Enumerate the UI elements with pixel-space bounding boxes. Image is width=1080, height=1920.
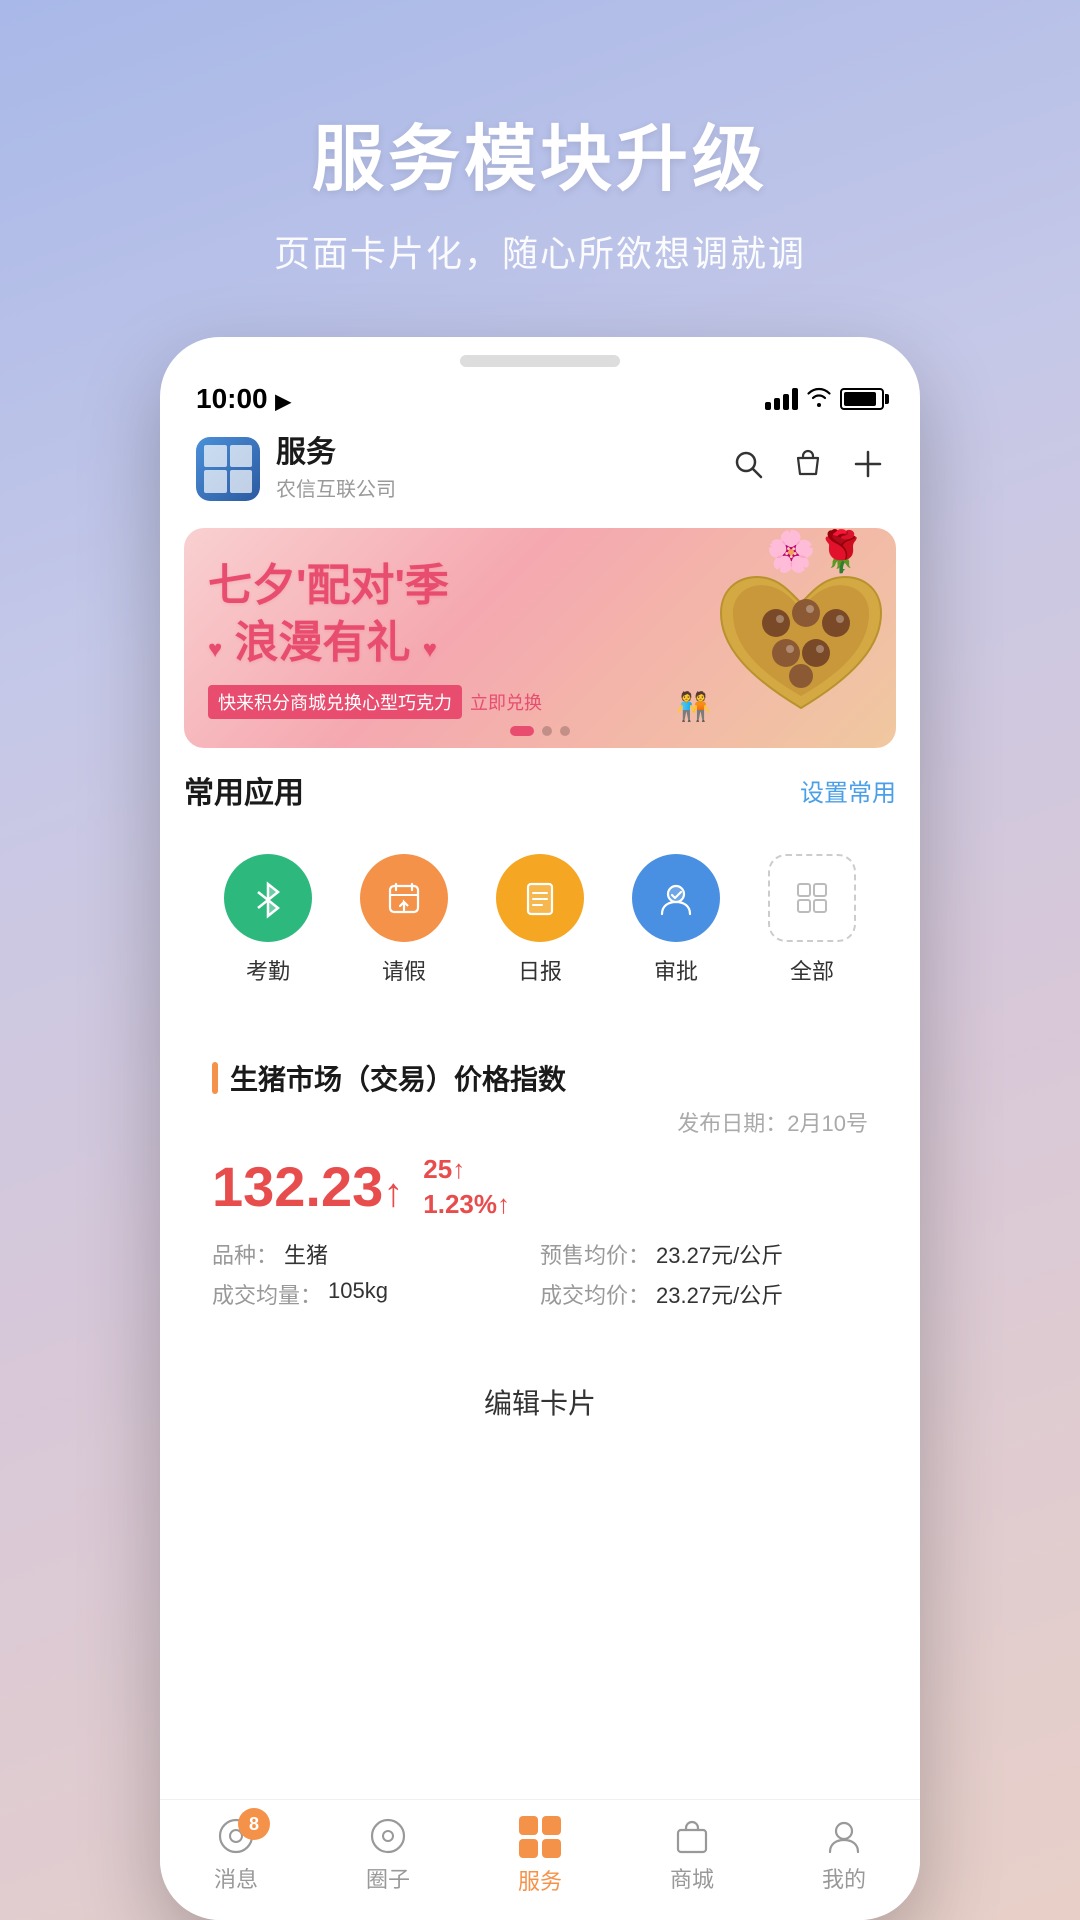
banner-subtitle: 快来积分商城兑换心型巧克力 立即兑换 bbox=[208, 685, 672, 719]
signal-icon bbox=[765, 388, 798, 410]
apps-grid: 考勤 请假 bbox=[184, 830, 896, 1010]
nav-label-circle: 圈子 bbox=[366, 1862, 410, 1894]
app-name: 服务 bbox=[276, 435, 732, 471]
service-grid-icon bbox=[519, 1816, 561, 1858]
nav-item-service[interactable]: 服务 bbox=[480, 1816, 600, 1896]
price-card: 生猪市场（交易）价格指数 发布日期：2月10号 132.23↑ 25↑ 1.23… bbox=[184, 1034, 896, 1334]
app-item-approve[interactable]: 审批 bbox=[621, 854, 731, 986]
status-bar: 10:00 ▶ bbox=[160, 367, 920, 423]
price-details: 品种： 生猪 预售均价： 23.27元/公斤 成交均量： 105kg 成交均 bbox=[212, 1238, 868, 1310]
leave-icon bbox=[360, 854, 448, 942]
phone-frame: 10:00 ▶ bbox=[160, 337, 920, 1920]
attendance-label: 考勤 bbox=[246, 954, 290, 986]
shop-icon-wrap bbox=[672, 1816, 712, 1856]
price-change-group: 25↑ 1.23%↑ bbox=[423, 1154, 510, 1220]
bottom-nav: 8 消息 圈子 bbox=[160, 1799, 920, 1920]
wifi-icon bbox=[806, 385, 832, 413]
banner-hearts-left: ♥ bbox=[208, 636, 222, 663]
edit-card-button[interactable]: 编辑卡片 bbox=[184, 1354, 896, 1450]
app-item-all[interactable]: 全部 bbox=[757, 854, 867, 986]
nav-label-profile: 我的 bbox=[822, 1862, 866, 1894]
section-action[interactable]: 设置常用 bbox=[800, 773, 896, 808]
price-card-section: 生猪市场（交易）价格指数 发布日期：2月10号 132.23↑ 25↑ 1.23… bbox=[160, 1034, 920, 1490]
app-item-attendance[interactable]: 考勤 bbox=[213, 854, 323, 986]
all-icon bbox=[768, 854, 856, 942]
banner-cta[interactable]: 立即兑换 bbox=[470, 689, 542, 715]
scroll-area: 七夕'配对'季 ♥ 浪漫有礼 ♥ 快来积分商城兑换心型巧克力 立即兑换 🌸🌹 bbox=[160, 518, 920, 1799]
detail-value-1: 23.27元/公斤 bbox=[656, 1238, 783, 1270]
circle-icon-wrap bbox=[368, 1816, 408, 1856]
status-icons bbox=[765, 385, 884, 413]
price-main-row: 132.23↑ 25↑ 1.23%↑ bbox=[212, 1154, 868, 1220]
app-item-leave[interactable]: 请假 bbox=[349, 854, 459, 986]
price-detail-1: 预售均价： 23.27元/公斤 bbox=[540, 1238, 868, 1270]
nav-label-service: 服务 bbox=[518, 1864, 562, 1896]
app-content: 七夕'配对'季 ♥ 浪漫有礼 ♥ 快来积分商城兑换心型巧克力 立即兑换 🌸🌹 bbox=[160, 518, 920, 1920]
price-detail-0: 品种： 生猪 bbox=[212, 1238, 540, 1270]
banner-image: 🌸🌹 bbox=[696, 538, 896, 738]
approve-label: 审批 bbox=[654, 954, 698, 986]
price-card-title: 生猪市场（交易）价格指数 bbox=[230, 1058, 566, 1098]
banner-tag[interactable]: 快来积分商城兑换心型巧克力 bbox=[208, 685, 462, 719]
price-change: 25↑ bbox=[423, 1154, 510, 1185]
attendance-icon bbox=[224, 854, 312, 942]
nav-label-message: 消息 bbox=[214, 1862, 258, 1894]
orange-bar bbox=[212, 1062, 218, 1094]
price-detail-3: 成交均价： 23.27元/公斤 bbox=[540, 1278, 868, 1310]
phone-notch bbox=[460, 355, 620, 367]
price-detail-2: 成交均量： 105kg bbox=[212, 1278, 540, 1310]
banner-text: 七夕'配对'季 ♥ 浪漫有礼 ♥ 快来积分商城兑换心型巧克力 立即兑换 bbox=[184, 537, 696, 739]
price-main-value: 132.23↑ bbox=[212, 1159, 403, 1215]
bag-icon[interactable] bbox=[792, 448, 824, 489]
price-card-header: 生猪市场（交易）价格指数 bbox=[212, 1058, 868, 1098]
message-badge: 8 bbox=[238, 1808, 270, 1840]
banner-hearts-right: ♥ bbox=[423, 636, 437, 663]
app-header: 服务 农信互联公司 bbox=[160, 423, 920, 518]
nav-item-shop[interactable]: 商城 bbox=[632, 1816, 752, 1896]
common-apps-section: 常用应用 设置常用 考勤 bbox=[160, 768, 920, 1034]
all-label: 全部 bbox=[790, 954, 834, 986]
price-change-percent: 1.23%↑ bbox=[423, 1189, 510, 1220]
detail-label-3: 成交均价： bbox=[540, 1278, 650, 1310]
battery-icon bbox=[840, 388, 884, 410]
leave-label: 请假 bbox=[382, 954, 426, 986]
section-title: 常用应用 bbox=[184, 768, 304, 812]
message-icon-wrap: 8 bbox=[216, 1816, 256, 1856]
app-company: 农信互联公司 bbox=[276, 473, 732, 502]
profile-icon-wrap bbox=[824, 1816, 864, 1856]
detail-value-0: 生猪 bbox=[284, 1238, 328, 1270]
daily-icon bbox=[496, 854, 584, 942]
section-header: 常用应用 设置常用 bbox=[184, 768, 896, 812]
detail-label-2: 成交均量： bbox=[212, 1278, 322, 1310]
header-actions bbox=[732, 448, 884, 489]
detail-label-1: 预售均价： bbox=[540, 1238, 650, 1270]
search-icon[interactable] bbox=[732, 448, 764, 489]
page-header: 服务模块升级 页面卡片化，随心所欲想调就调 bbox=[274, 0, 806, 337]
status-time: 10:00 ▶ bbox=[196, 383, 291, 415]
daily-label: 日报 bbox=[518, 954, 562, 986]
app-item-daily[interactable]: 日报 bbox=[485, 854, 595, 986]
couple-figure: 🧑‍🤝‍🧑 bbox=[676, 690, 711, 723]
plus-icon[interactable] bbox=[852, 448, 884, 489]
app-logo bbox=[196, 437, 260, 501]
app-name-group: 服务 农信互联公司 bbox=[276, 435, 732, 502]
nav-item-message[interactable]: 8 消息 bbox=[176, 1816, 296, 1896]
nav-item-circle[interactable]: 圈子 bbox=[328, 1816, 448, 1896]
banner-dots bbox=[510, 726, 570, 736]
nav-label-shop: 商城 bbox=[670, 1862, 714, 1894]
service-icon-wrap bbox=[519, 1816, 561, 1858]
detail-value-2: 105kg bbox=[328, 1278, 388, 1310]
detail-label-0: 品种： bbox=[212, 1238, 278, 1270]
banner-container[interactable]: 七夕'配对'季 ♥ 浪漫有礼 ♥ 快来积分商城兑换心型巧克力 立即兑换 🌸🌹 bbox=[184, 528, 896, 748]
page-subtitle: 页面卡片化，随心所欲想调就调 bbox=[274, 225, 806, 277]
price-date: 发布日期：2月10号 bbox=[212, 1106, 868, 1138]
detail-value-3: 23.27元/公斤 bbox=[656, 1278, 783, 1310]
banner-title: 七夕'配对'季 ♥ 浪漫有礼 ♥ bbox=[208, 557, 672, 671]
approve-icon bbox=[632, 854, 720, 942]
nav-item-profile[interactable]: 我的 bbox=[784, 1816, 904, 1896]
page-title: 服务模块升级 bbox=[274, 100, 806, 205]
